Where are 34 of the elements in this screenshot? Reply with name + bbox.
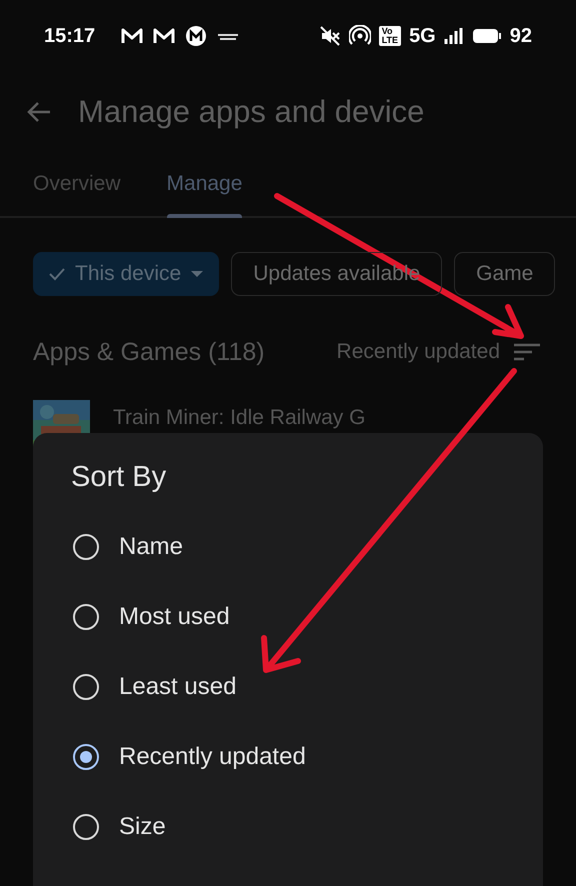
m-logo-icon [185,25,208,47]
sort-button[interactable]: Recently updated [336,340,540,364]
sort-option[interactable]: Recently updated [33,722,543,792]
radio-button[interactable] [73,674,99,700]
battery-level: 92 [510,24,532,48]
network-label: 5G [409,24,436,48]
clock: 15:17 [44,24,96,48]
tab[interactable]: Overview [33,152,121,216]
check-icon [49,267,65,281]
sort-option[interactable]: Least used [33,652,543,722]
sort-icon [514,343,540,361]
radio-button[interactable] [73,814,99,840]
dropdown-caret-icon [191,270,204,278]
tab[interactable]: Manage [166,152,242,216]
mail-icon [153,27,176,45]
section-title: Apps & Games (118) [33,338,265,366]
volte-badge: Vo LTE [378,26,402,46]
radio-button[interactable] [73,534,99,560]
sort-option[interactable]: Size [33,792,543,862]
filter-chip[interactable]: Game [454,252,556,296]
radio-button[interactable] [73,604,99,630]
signal-icon [444,27,464,45]
page-title: Manage apps and device [78,94,424,130]
mail-icon [121,27,144,45]
hotspot-icon [348,25,371,47]
radio-button[interactable] [73,744,99,770]
filter-chip[interactable]: This device [33,252,220,296]
sort-option[interactable]: Most used [33,582,543,652]
sort-option[interactable]: Name [33,512,543,582]
wallet-logo-icon [217,31,240,41]
mute-icon [318,25,341,47]
battery-icon [472,27,502,45]
sheet-title: Sort By [70,460,168,495]
app-name: Train Miner: Idle Railway G [113,405,366,431]
